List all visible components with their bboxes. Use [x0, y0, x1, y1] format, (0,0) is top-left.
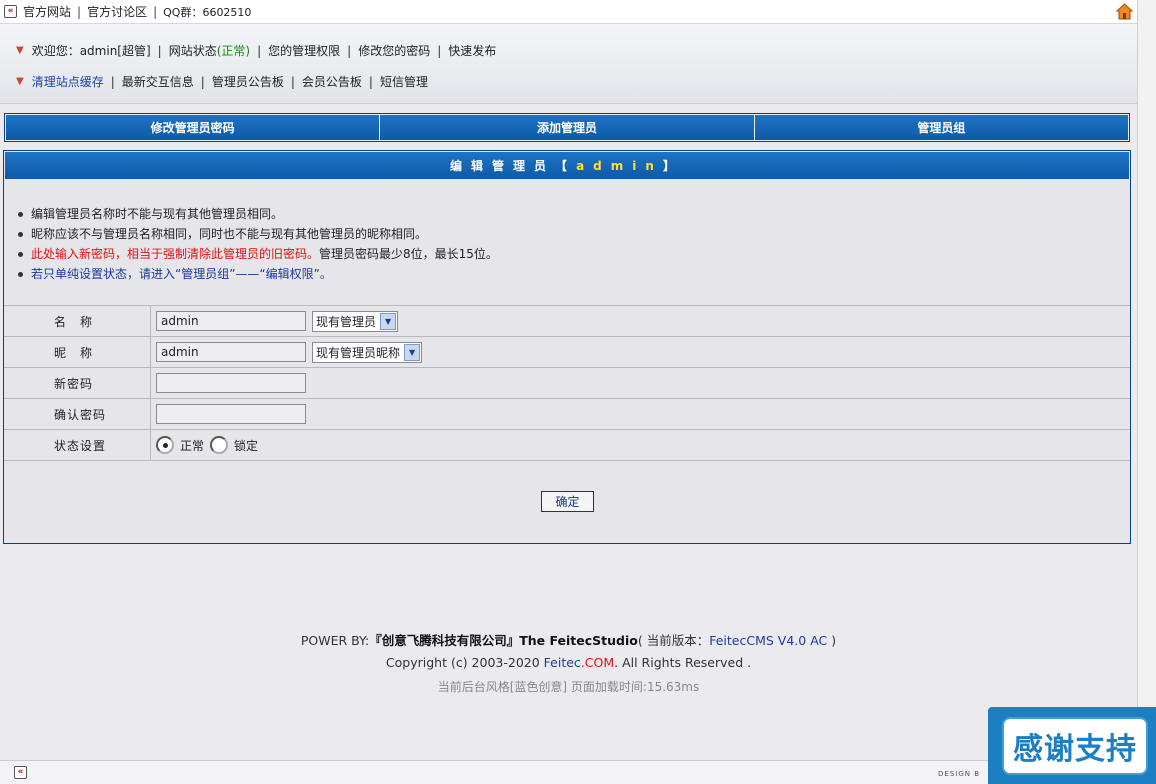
footer: POWER BY:『创意飞腾科技有限公司』The FeitecStudio( 当…: [0, 630, 1137, 695]
status-label: 状态设置: [4, 430, 151, 460]
separator: |: [77, 4, 82, 19]
design-credit: DESIGN B: [938, 770, 981, 778]
bullet-icon: [18, 232, 23, 237]
vertical-scrollbar[interactable]: [1137, 0, 1156, 784]
form-row-nickname: 昵 称 现有管理员昵称 ▼: [4, 337, 1130, 368]
form-row-confirm-password: 确认密码: [4, 399, 1130, 430]
tab-change-admin-password[interactable]: 修改管理员密码: [6, 115, 381, 140]
status-normal-radio[interactable]: [156, 436, 174, 454]
tab-admin-group[interactable]: 管理员组: [754, 115, 1128, 140]
form-row-name: 名 称 现有管理员 ▼: [4, 306, 1130, 337]
permissions-link[interactable]: 您的管理权限: [268, 42, 340, 59]
tab-add-admin[interactable]: 添加管理员: [380, 115, 755, 140]
forum-link[interactable]: 官方讨论区: [87, 3, 147, 20]
latest-interaction-link[interactable]: 最新交互信息: [122, 73, 194, 90]
site-status-label[interactable]: 网站状态: [169, 42, 217, 59]
qq-group-text: QQ群：6602510: [163, 5, 252, 19]
status-locked-label: 锁定: [234, 438, 259, 453]
sms-manage-link[interactable]: 短信管理: [380, 73, 428, 90]
header-nav-row-2: ▼ 清理站点缓存 | 最新交互信息 | 管理员公告板 | 会员公告板 | 短信管…: [16, 73, 428, 90]
site-status-value: (正常): [216, 44, 251, 58]
name-input[interactable]: [156, 311, 306, 331]
thanks-badge-text: 感谢支持: [1002, 717, 1148, 775]
thanks-badge: 感谢支持: [988, 707, 1156, 784]
edit-admin-panel: 编辑管理员【 admin】 编辑管理员名称时不能与现有其他管理员相同。 昵称应该不…: [3, 150, 1131, 544]
collapse-icon[interactable]: «: [14, 766, 27, 779]
bullet-icon: [18, 272, 23, 277]
new-password-label: 新密码: [4, 368, 151, 398]
note-item: 编辑管理员名称时不能与现有其他管理员相同。: [18, 204, 1130, 224]
panel-title: 编辑管理员【 admin】: [5, 152, 1129, 179]
home-icon[interactable]: [1116, 3, 1133, 20]
tab-bar: 修改管理员密码 添加管理员 管理员组: [4, 113, 1130, 142]
form-row-new-password: 新密码: [4, 368, 1130, 399]
note-item: 昵称应该不与管理员名称相同，同时也不能与现有其他管理员的昵称相同。: [18, 224, 1130, 244]
chevron-down-icon: ▼: [404, 343, 421, 361]
note-item: 此处输入新密码，相当于强制清除此管理员的旧密码。管理员密码最少8位，最长15位。: [18, 244, 1130, 264]
name-label: 名 称: [4, 306, 151, 336]
bottom-bar: « DESIGN B: [0, 760, 1137, 784]
existing-nickname-select[interactable]: 现有管理员昵称 ▼: [312, 341, 423, 363]
footer-style-info: 当前后台风格[蓝色创意] 页面加载时间:15.63ms: [437, 680, 700, 694]
chevron-down-icon: ▼: [380, 312, 397, 330]
note-item: 若只单纯设置状态，请进入“管理员组”——“编辑权限”。: [18, 264, 1130, 284]
chevron-down-icon: ▼: [16, 76, 24, 87]
collapse-icon[interactable]: «: [4, 5, 17, 18]
status-locked-radio[interactable]: [210, 436, 229, 454]
submit-button[interactable]: 确定: [541, 491, 594, 512]
admin-board-link[interactable]: 管理员公告板: [212, 73, 284, 90]
notes-list: 编辑管理员名称时不能与现有其他管理员相同。 昵称应该不与管理员名称相同，同时也不…: [4, 180, 1130, 284]
form-row-status: 状态设置 正常 锁定: [4, 430, 1130, 461]
footer-powered-by: POWER BY:『创意飞腾科技有限公司』The FeitecStudio( 当…: [300, 633, 837, 648]
confirm-password-label: 确认密码: [4, 399, 151, 429]
panel-title-user: admin: [576, 158, 663, 173]
change-password-link[interactable]: 修改您的密码: [358, 42, 430, 59]
nickname-label: 昵 称: [4, 337, 151, 367]
official-site-link[interactable]: 官方网站: [23, 3, 71, 20]
brand-link[interactable]: Feitec: [544, 655, 581, 670]
version-text: FeitecCMS V4.0 AC: [709, 633, 828, 648]
status-normal-label: 正常: [180, 438, 205, 453]
bullet-icon: [18, 252, 23, 257]
header-nav-row-1: ▼ 欢迎您：admin[超管] | 网站状态 (正常) | 您的管理权限 | 修…: [16, 42, 497, 59]
nickname-input[interactable]: [156, 342, 306, 362]
existing-admin-select[interactable]: 现有管理员 ▼: [312, 310, 399, 332]
separator: |: [153, 4, 158, 19]
top-bar: « 官方网站 | 官方讨论区 | QQ群：6602510: [0, 0, 1137, 24]
footer-copyright: Copyright (c) 2003-2020 Feitec.COM. All …: [385, 655, 752, 670]
quick-publish-link[interactable]: 快速发布: [448, 42, 496, 59]
welcome-text: 欢迎您：admin[超管]: [31, 44, 151, 58]
edit-form: 名 称 现有管理员 ▼ 昵 称 现有管理员昵称 ▼ 新密码: [4, 305, 1130, 461]
bullet-icon: [18, 212, 23, 217]
confirm-password-input[interactable]: [156, 404, 306, 424]
header-nav: ▼ 欢迎您：admin[超管] | 网站状态 (正常) | 您的管理权限 | 修…: [0, 24, 1137, 104]
member-board-link[interactable]: 会员公告板: [302, 73, 362, 90]
chevron-down-icon: ▼: [16, 45, 24, 56]
clear-cache-link[interactable]: 清理站点缓存: [32, 73, 104, 90]
new-password-input[interactable]: [156, 373, 306, 393]
